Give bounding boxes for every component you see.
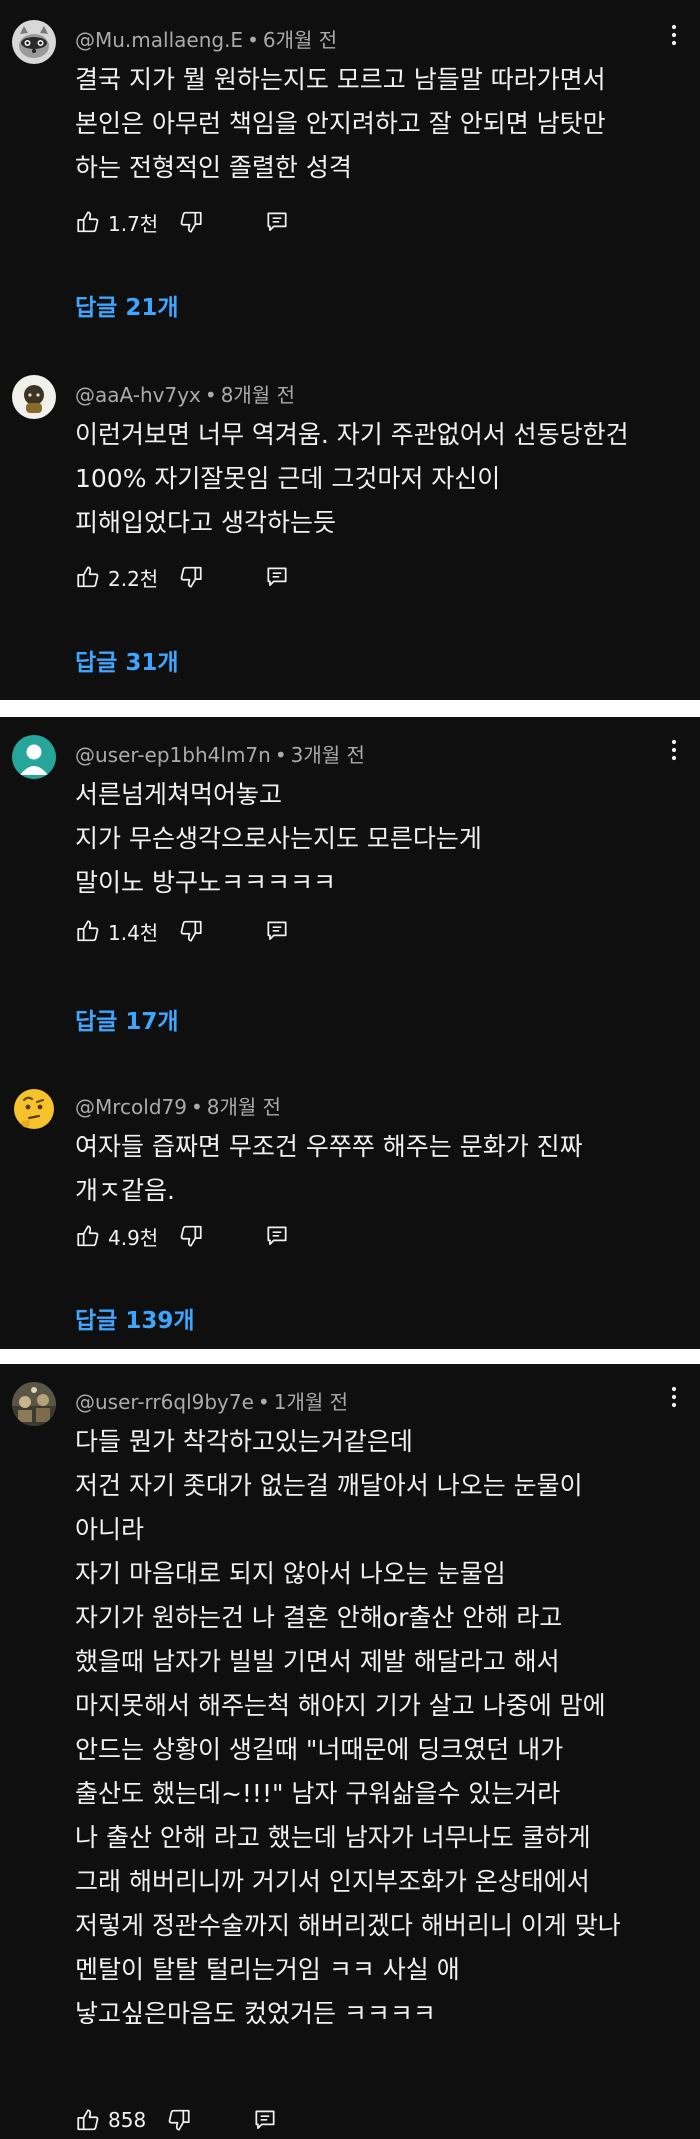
comment-meta: @user-ep1bh4lm7n • 3개월 전	[75, 743, 365, 767]
author-name[interactable]: @aaA-hv7yx	[75, 383, 201, 407]
comment-time: 1개월 전	[273, 1390, 349, 1414]
like-button[interactable]: 2.2천	[75, 563, 178, 592]
thumbs-down-icon[interactable]	[178, 564, 204, 590]
comment-time: 8개월 전	[220, 383, 295, 407]
comment-line: 말이노 방구노ㅋㅋㅋㅋㅋ	[75, 868, 336, 897]
comment-line: 저렇게 정관수술까지 해버리겠다 해버리니 이게 맞나	[75, 1911, 621, 1940]
comment-actions: 1.7천	[75, 204, 290, 240]
comment-text: 서른넘게쳐먹어놓고 지가 무슨생각으로사는지도 모른다는게 말이노 방구노ㅋㅋㅋ…	[75, 773, 670, 905]
comment-time: 3개월 전	[290, 743, 365, 767]
replies-link[interactable]: 답글 17개	[75, 1002, 179, 1036]
comments-panel-1: @Mu.mallaeng.E • 6개월 전 결국 지가 뭘 원하는지도 모르고 남…	[0, 0, 700, 700]
replies-link[interactable]: 답글 21개	[75, 288, 179, 322]
comment-line: 저건 자기 좃대가 없는걸 깨달아서 나오는 눈물이	[75, 1471, 583, 1500]
avatar[interactable]	[12, 375, 56, 419]
thumbs-up-icon	[75, 209, 101, 235]
comment-line: 하는 전형적인 졸렬한 성격	[75, 153, 352, 182]
comment-line: 자기가 원하는건 나 결혼 안해or출산 안해 라고	[75, 1603, 563, 1632]
thumbs-down-icon[interactable]	[178, 918, 204, 944]
thumbs-down-icon[interactable]	[178, 1223, 204, 1249]
comment-text: 여자들 즙짜면 무조건 우쭈쭈 해주는 문화가 진짜 개ㅈ같음.	[75, 1125, 670, 1213]
like-button[interactable]: 1.7천	[75, 208, 178, 237]
comment-actions: 4.9천	[75, 1218, 290, 1254]
comment-line: 본인은 아무런 책임을 안지려하고 잘 안되면 남탓만	[75, 109, 606, 138]
more-vert-icon[interactable]	[662, 20, 686, 50]
replies-link[interactable]: 답글 31개	[75, 643, 179, 677]
thumbs-down-icon[interactable]	[166, 2107, 192, 2133]
like-count: 2.2천	[108, 566, 159, 591]
comment-line: 개ㅈ같음.	[75, 1176, 175, 1205]
comment-meta: @user-rr6ql9by7e • 1개월 전	[75, 1390, 349, 1414]
comment-text: 이런거보면 너무 역겨움. 자기 주관없어서 선동당한건 100% 자기잘못임 …	[75, 413, 670, 545]
avatar[interactable]	[12, 20, 56, 64]
comment-line: 서른넘게쳐먹어놓고	[75, 780, 283, 809]
author-name[interactable]: @Mrcold79	[75, 1095, 187, 1119]
comment-line: 했을때 남자가 빌빌 기면서 제발 해달라고 해서	[75, 1647, 560, 1676]
comment-line: 나 출산 안해 라고 했는데 남자가 너무나도 쿨하게	[75, 1823, 591, 1852]
thumbs-up-icon	[75, 1223, 101, 1249]
like-count: 1.4천	[108, 920, 159, 945]
avatar[interactable]	[12, 1087, 56, 1131]
reply-icon[interactable]	[252, 2107, 278, 2133]
author-name[interactable]: @user-ep1bh4lm7n	[75, 743, 271, 767]
comment-line: 피해입었다고 생각하는듯	[75, 508, 336, 537]
reply-icon[interactable]	[264, 209, 290, 235]
author-name[interactable]: @user-rr6ql9by7e	[75, 1390, 254, 1414]
more-vert-icon[interactable]	[662, 1382, 686, 1412]
comment-line: 멘탈이 탈탈 털리는거임 ㅋㅋ 사실 애	[75, 1955, 460, 1984]
comments-panel-2: @user-ep1bh4lm7n • 3개월 전 서른넘게쳐먹어놓고 지가 무슨생각…	[0, 717, 700, 1349]
comment-time: 8개월 전	[206, 1095, 282, 1119]
thumbs-up-icon	[75, 918, 101, 944]
comment-meta: @Mu.mallaeng.E • 6개월 전	[75, 28, 338, 52]
more-vert-icon[interactable]	[662, 735, 686, 765]
thumbs-down-icon[interactable]	[178, 209, 204, 235]
comment-line: 결국 지가 뭘 원하는지도 모르고 남들말 따라가면서	[75, 65, 606, 94]
avatar[interactable]	[12, 735, 56, 779]
comment-line: 아니라	[75, 1515, 145, 1544]
avatar[interactable]	[12, 1382, 56, 1426]
comment-line: 이런거보면 너무 역겨움. 자기 주관없어서 선동당한건	[75, 420, 629, 449]
thumbs-up-icon	[75, 2107, 101, 2133]
comment-meta: @Mrcold79 • 8개월 전	[75, 1095, 282, 1119]
comment-line: 출산도 했는데~!!!" 남자 구워삶을수 있는거라	[75, 1779, 561, 1808]
comment-line: 지가 무슨생각으로사는지도 모른다는게	[75, 824, 482, 853]
comment-line: 100% 자기잘못임 근데 그것마저 자신이	[75, 464, 501, 493]
reply-icon[interactable]	[264, 1223, 290, 1249]
author-name[interactable]: @Mu.mallaeng.E	[75, 28, 243, 52]
comment-line: 다들 뭔가 착각하고있는거같은데	[75, 1427, 413, 1456]
reply-icon[interactable]	[264, 918, 290, 944]
comment-line: 여자들 즙짜면 무조건 우쭈쭈 해주는 문화가 진짜	[75, 1132, 583, 1161]
comment-actions: 1.4천	[75, 913, 290, 949]
comment-text: 다들 뭔가 착각하고있는거같은데 저건 자기 좃대가 없는걸 깨달아서 나오는 …	[75, 1420, 670, 2036]
comment-line: 낳고싶은마음도 컸었거든 ㅋㅋㅋㅋ	[75, 1999, 436, 2028]
like-count: 4.9천	[108, 1225, 159, 1250]
comment-line: 자기 마음대로 되지 않아서 나오는 눈물임	[75, 1559, 506, 1588]
comment-line: 마지못해서 해주는척 해야지 기가 살고 나중에 맘에	[75, 1691, 606, 1720]
like-button[interactable]: 4.9천	[75, 1222, 178, 1251]
comment-line: 그래 해버리니까 거기서 인지부조화가 온상태에서	[75, 1867, 590, 1896]
comment-time: 6개월 전	[262, 28, 338, 52]
comments-panel-3: @user-rr6ql9by7e • 1개월 전 다들 뭔가 착각하고있는거같은데 …	[0, 1364, 700, 2139]
thumbs-up-icon	[75, 564, 101, 590]
replies-link[interactable]: 답글 139개	[75, 1301, 195, 1335]
comment-actions: 2.2천	[75, 559, 290, 595]
reply-icon[interactable]	[264, 564, 290, 590]
comment-line: 안드는 상황이 생길때 "너때문에 딩크였던 내가	[75, 1735, 564, 1764]
like-button[interactable]: 858	[75, 2107, 166, 2133]
comment-text: 결국 지가 뭘 원하는지도 모르고 남들말 따라가면서 본인은 아무런 책임을 …	[75, 58, 670, 190]
comment-actions: 858	[75, 2102, 278, 2138]
like-count: 1.7천	[108, 211, 159, 236]
comment-meta: @aaA-hv7yx • 8개월 전	[75, 383, 295, 407]
like-count: 858	[108, 2108, 147, 2132]
like-button[interactable]: 1.4천	[75, 917, 178, 946]
